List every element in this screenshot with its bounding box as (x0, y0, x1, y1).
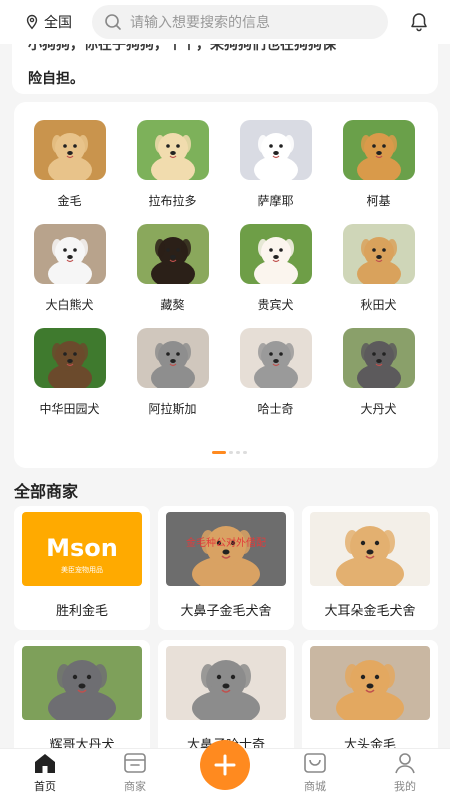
user-icon (395, 753, 415, 774)
breed-item[interactable]: 萨摩耶 (224, 120, 327, 218)
breed-item[interactable]: 秋田犬 (327, 224, 430, 322)
merchant-grid: Mson 美臣宠物用品 胜利金毛 金毛种公对外借配 大鼻子金毛犬舍 大耳朵金毛犬舍 辉哥大丹… (14, 506, 438, 764)
section-title: 全部商家 (14, 482, 79, 501)
breed-thumbnail (33, 120, 106, 180)
top-bar: 全国 请输入想要搜索的信息 (0, 0, 450, 44)
publish-button[interactable] (200, 740, 250, 790)
location-label: 全国 (44, 15, 72, 31)
merchant-logo-subtext: 美臣宠物用品 (61, 565, 103, 574)
merchant-card[interactable]: 大头金毛 (302, 640, 438, 764)
pager-dot (236, 451, 240, 454)
breed-thumbnail (239, 120, 312, 180)
search-icon (105, 14, 121, 30)
merchant-image: 金毛种公对外借配 (166, 512, 286, 586)
store-icon (124, 753, 146, 773)
location-selector[interactable]: 全国 (24, 12, 86, 32)
breed-item[interactable]: 大白熊犬 (18, 224, 121, 322)
breed-thumbnail (136, 328, 209, 388)
merchant-name: 大耳朵金毛犬舍 (324, 604, 416, 619)
search-input[interactable]: 请输入想要搜索的信息 (92, 5, 388, 39)
breed-thumbnail (342, 328, 415, 388)
intro-text-line2: 险自担。 (28, 71, 84, 87)
breed-label: 阿拉斯加 (148, 402, 197, 416)
breed-label: 拉布拉多 (148, 194, 197, 208)
merchant-image (310, 646, 430, 720)
nav-item-shop[interactable]: 商城 (270, 749, 360, 800)
breed-thumbnail (342, 224, 415, 284)
breed-label: 柯基 (366, 194, 391, 208)
breed-label: 萨摩耶 (257, 194, 294, 208)
merchant-card[interactable]: 金毛种公对外借配 大鼻子金毛犬舍 (158, 506, 294, 630)
merchant-card[interactable]: 辉哥大丹犬 (14, 640, 150, 764)
breed-label: 哈士奇 (257, 402, 294, 416)
pager-dot (229, 451, 233, 454)
merchant-name: 胜利金毛 (55, 604, 108, 619)
merchant-image (310, 512, 430, 586)
breed-thumbnail (33, 328, 106, 388)
breed-label: 藏獒 (160, 298, 185, 312)
breed-label: 贵宾犬 (257, 298, 294, 312)
merchant-logo-text: Mson (46, 534, 118, 562)
breed-grid: 金毛 拉布拉多 萨摩耶 柯基大白熊犬 藏獒 贵宾犬 秋田犬中华田园犬 阿拉斯加 哈士奇 大丹犬 (14, 120, 438, 426)
breed-item[interactable]: 金毛 (18, 120, 121, 218)
home-icon (35, 754, 55, 773)
nav-label-shop: 商城 (304, 780, 326, 793)
breed-label: 秋田犬 (360, 298, 397, 312)
merchant-image: Mson 美臣宠物用品 (22, 512, 142, 586)
breed-thumbnail (33, 224, 106, 284)
breed-item[interactable]: 大丹犬 (327, 328, 430, 426)
nav-label-merchants: 商家 (124, 780, 146, 793)
breed-item[interactable]: 阿拉斯加 (121, 328, 224, 426)
breed-label: 大白熊犬 (45, 298, 94, 312)
breed-item[interactable]: 贵宾犬 (224, 224, 327, 322)
merchant-card[interactable]: Mson 美臣宠物用品胜利金毛 (14, 506, 150, 630)
breed-thumbnail (136, 120, 209, 180)
merchant-overlay-text: 金毛种公对外借配 (186, 536, 266, 549)
breed-thumbnail (239, 224, 312, 284)
breed-item[interactable]: 中华田园犬 (18, 328, 121, 426)
shop-bag-icon (304, 753, 326, 773)
nav-item-profile[interactable]: 我的 (360, 749, 450, 800)
breed-label: 金毛 (57, 194, 82, 208)
nav-label-home: 首页 (34, 780, 56, 793)
breed-item[interactable]: 拉布拉多 (121, 120, 224, 218)
plus-icon (214, 754, 236, 776)
nav-item-merchants[interactable]: 商家 (90, 749, 180, 800)
breed-item[interactable]: 柯基 (327, 120, 430, 218)
pager-dots (212, 451, 247, 454)
breed-thumbnail (239, 328, 312, 388)
bell-icon[interactable] (408, 11, 430, 33)
breed-item[interactable]: 哈士奇 (224, 328, 327, 426)
breed-label: 中华田园犬 (39, 402, 100, 416)
breed-item[interactable]: 藏獒 (121, 224, 224, 322)
merchant-card[interactable]: 大耳朵金毛犬舍 (302, 506, 438, 630)
pager-dot-active (212, 451, 226, 454)
nav-item-home[interactable]: 首页 (0, 749, 90, 800)
pager-dot (243, 451, 247, 454)
breed-category-card: 金毛 拉布拉多 萨摩耶 柯基大白熊犬 藏獒 贵宾犬 秋田犬中华田园犬 阿拉斯加 哈士奇 大丹犬 (14, 102, 438, 468)
breed-thumbnail (136, 224, 209, 284)
nav-label-profile: 我的 (394, 780, 416, 793)
merchant-name: 大鼻子金毛犬舍 (180, 604, 272, 619)
breed-label: 大丹犬 (360, 402, 397, 416)
location-pin-icon (26, 14, 38, 30)
search-placeholder: 请输入想要搜索的信息 (130, 15, 270, 31)
merchant-image (22, 646, 142, 720)
breed-thumbnail (342, 120, 415, 180)
merchant-image (166, 646, 286, 720)
